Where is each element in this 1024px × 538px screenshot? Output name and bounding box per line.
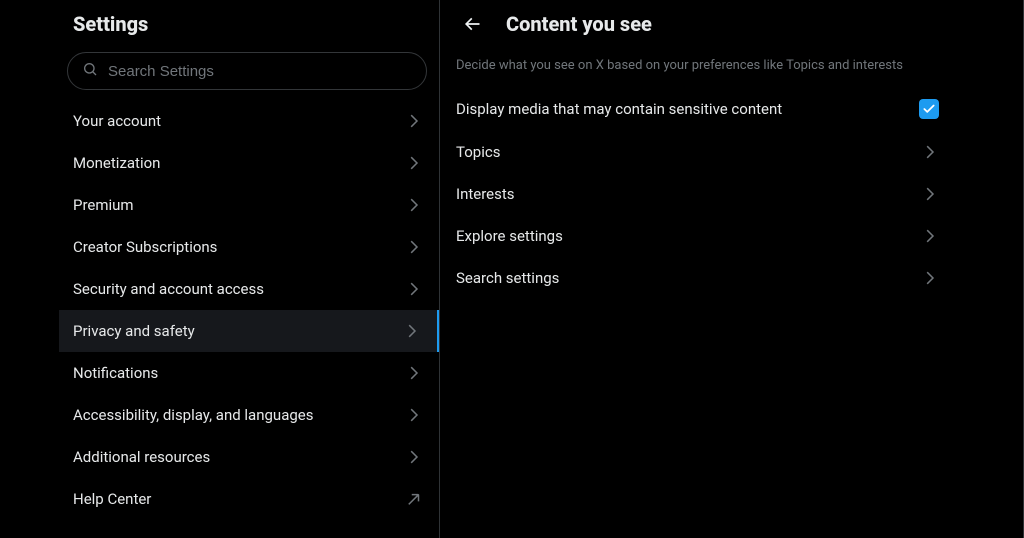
content-title: Content you see <box>506 12 652 36</box>
chevron-right-icon <box>403 322 421 340</box>
content-row-label: Interests <box>456 185 515 203</box>
search-input[interactable] <box>108 63 412 80</box>
sidebar-item-security-and-account-access[interactable]: Security and account access <box>59 268 439 310</box>
content-row-search-settings[interactable]: Search settings <box>440 257 955 299</box>
search-container[interactable] <box>67 52 427 90</box>
sidebar-item-label: Creator Subscriptions <box>73 238 217 256</box>
chevron-right-icon <box>405 448 423 466</box>
sidebar-item-help-center[interactable]: Help Center <box>59 478 439 520</box>
sensitive-content-checkbox[interactable] <box>919 99 939 119</box>
content-rows: Display media that may contain sensitive… <box>440 87 955 299</box>
sidebar-item-label: Accessibility, display, and languages <box>73 406 313 424</box>
content-row-display-media-that-may-contain-sensitive-content[interactable]: Display media that may contain sensitive… <box>440 87 955 131</box>
content-row-explore-settings[interactable]: Explore settings <box>440 215 955 257</box>
sidebar-item-privacy-and-safety[interactable]: Privacy and safety <box>59 310 439 352</box>
sidebar-item-your-account[interactable]: Your account <box>59 100 439 142</box>
sidebar-item-label: Additional resources <box>73 448 210 466</box>
chevron-right-icon <box>405 280 423 298</box>
settings-nav: Your account Monetization Premium Creator S… <box>59 100 439 520</box>
chevron-right-icon <box>921 143 939 161</box>
search-icon <box>82 61 98 81</box>
back-button[interactable] <box>456 8 488 40</box>
content-row-label: Explore settings <box>456 227 563 245</box>
settings-title: Settings <box>59 0 439 48</box>
content-description: Decide what you see on X based on your p… <box>440 48 955 87</box>
content-row-topics[interactable]: Topics <box>440 131 955 173</box>
sidebar-item-label: Privacy and safety <box>73 322 195 340</box>
content-row-label: Topics <box>456 143 500 161</box>
arrow-left-icon <box>462 14 482 34</box>
chevron-right-icon <box>405 238 423 256</box>
sidebar-item-premium[interactable]: Premium <box>59 184 439 226</box>
sidebar-item-label: Security and account access <box>73 280 264 298</box>
sidebar-item-label: Help Center <box>73 490 151 508</box>
content-row-label: Display media that may contain sensitive… <box>456 100 782 118</box>
chevron-right-icon <box>405 196 423 214</box>
sidebar-item-additional-resources[interactable]: Additional resources <box>59 436 439 478</box>
sidebar-item-label: Notifications <box>73 364 158 382</box>
sidebar-item-notifications[interactable]: Notifications <box>59 352 439 394</box>
chevron-right-icon <box>405 364 423 382</box>
chevron-right-icon <box>921 185 939 203</box>
sidebar-item-creator-subscriptions[interactable]: Creator Subscriptions <box>59 226 439 268</box>
chevron-right-icon <box>921 269 939 287</box>
chevron-right-icon <box>405 154 423 172</box>
sidebar-item-accessibility-display-and-languages[interactable]: Accessibility, display, and languages <box>59 394 439 436</box>
sidebar-item-monetization[interactable]: Monetization <box>59 142 439 184</box>
sidebar-item-label: Your account <box>73 112 161 130</box>
sidebar-item-label: Premium <box>73 196 134 214</box>
external-link-icon <box>405 490 423 508</box>
chevron-right-icon <box>921 227 939 245</box>
sidebar-item-label: Monetization <box>73 154 160 172</box>
chevron-right-icon <box>405 112 423 130</box>
content-panel: Content you see Decide what you see on X… <box>440 0 1024 538</box>
content-row-interests[interactable]: Interests <box>440 173 955 215</box>
chevron-right-icon <box>405 406 423 424</box>
content-row-label: Search settings <box>456 269 559 287</box>
settings-sidebar: Settings Your account Monetization Premium… <box>0 0 440 538</box>
check-icon <box>922 102 936 116</box>
